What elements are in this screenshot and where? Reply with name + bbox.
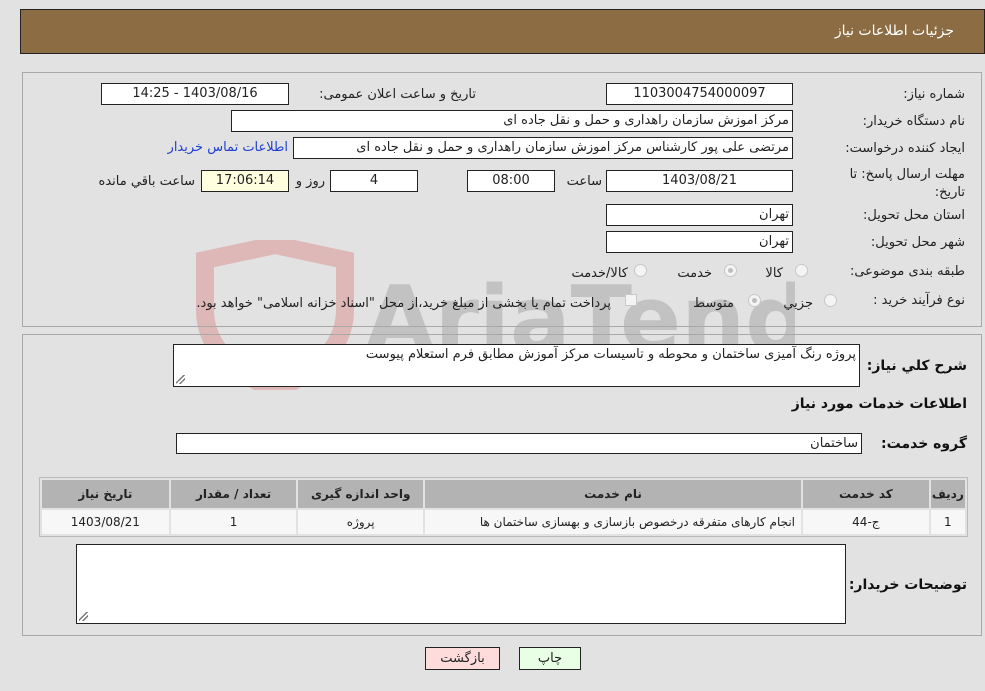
col-date: تاریخ نیاز (42, 480, 169, 508)
purchase-type-radio-minor[interactable] (824, 294, 837, 307)
cell-unit: پروژه (298, 510, 424, 534)
col-name: نام خدمت (425, 480, 802, 508)
creator-field: مرتضی علی پور کارشناس مرکز اموزش سازمان … (293, 137, 793, 159)
remaining-time-field: 17:06:14 (201, 170, 289, 192)
need-number-field: 1103004754000097 (606, 83, 793, 105)
announce-datetime-label: تاریخ و ساعت اعلان عمومی: (319, 87, 476, 102)
category-radio-goods-service[interactable] (634, 264, 647, 277)
province-label: استان محل تحویل: (863, 208, 965, 223)
category-option-goods-service: کالا/خدمت (571, 266, 628, 281)
col-qty: تعداد / مقدار (170, 480, 297, 508)
print-button[interactable]: چاپ (519, 647, 581, 670)
back-button[interactable]: بازگشت (425, 647, 500, 670)
purchase-type-option-minor: جزيي (783, 296, 813, 311)
cell-qty: 1 (170, 510, 297, 534)
deadline-label: مهلت ارسال پاسخ: تا تاریخ: (849, 167, 965, 200)
remaining-days-field: 4 (330, 170, 418, 192)
col-row: ردیف (930, 480, 965, 508)
city-label: شهر محل تحویل: (870, 235, 965, 250)
purchase-type-label: نوع فرآیند خرید : (873, 293, 965, 308)
province-field: تهران (606, 204, 793, 226)
category-label: طبقه بندی موضوعی: (849, 264, 965, 279)
cell-name: انجام کارهای متفرقه درخصوص بازسازی و بهس… (425, 510, 802, 534)
treasury-checkbox[interactable] (625, 294, 637, 306)
category-option-goods: کالا (765, 266, 783, 281)
deadline-time-field: 08:00 (467, 170, 555, 192)
buyer-notes-textarea[interactable] (76, 544, 846, 624)
service-group-field: ساختمان (176, 433, 862, 454)
announce-datetime-field: 1403/08/16 - 14:25 (101, 83, 289, 105)
remaining-time-label: ساعت باقي مانده (98, 174, 195, 189)
col-code: کد خدمت (803, 480, 929, 508)
cell-code: ج-44 (803, 510, 929, 534)
col-unit: واحد اندازه گیری (298, 480, 424, 508)
creator-label: ایجاد کننده درخواست: (845, 141, 965, 156)
category-radio-service[interactable] (724, 264, 737, 277)
city-field: تهران (606, 231, 793, 253)
buyer-org-field: مرکز اموزش سازمان راهداری و حمل و نقل جا… (231, 110, 793, 132)
days-label: روز و (295, 174, 325, 189)
page-title: جزئیات اطلاعات نیاز (834, 23, 954, 39)
description-text: پروژه رنگ آمیزی ساختمان و محوطه و تاسیسا… (365, 347, 856, 362)
deadline-date-field: 1403/08/21 (606, 170, 793, 192)
buyer-contact-link[interactable]: اطلاعات تماس خریدار (168, 140, 288, 155)
buyer-notes-label: توضیحات خریدار: (848, 577, 967, 593)
resize-grip-icon[interactable] (79, 612, 88, 621)
category-option-service: خدمت (677, 266, 712, 281)
category-radio-goods[interactable] (795, 264, 808, 277)
deadline-time-label: ساعت (566, 174, 602, 189)
services-table: ردیف کد خدمت نام خدمت واحد اندازه گیری ت… (39, 477, 968, 537)
treasury-note: پرداخت تمام یا بخشی از مبلغ خرید،از محل … (196, 296, 611, 311)
buyer-org-label: نام دستگاه خریدار: (862, 114, 965, 129)
cell-row: 1 (930, 510, 965, 534)
table-row: 1 ج-44 انجام کارهای متفرقه درخصوص بازساز… (42, 510, 965, 534)
need-number-label: شماره نیاز: (903, 87, 965, 102)
services-section-title: اطلاعات خدمات مورد نیاز (791, 396, 967, 412)
description-label: شرح كلي نياز: (866, 358, 967, 374)
service-group-label: گروه خدمت: (881, 436, 967, 452)
description-textarea[interactable]: پروژه رنگ آمیزی ساختمان و محوطه و تاسیسا… (173, 344, 860, 387)
cell-date: 1403/08/21 (42, 510, 169, 534)
purchase-type-option-medium: متوسط (693, 296, 734, 311)
resize-grip-icon[interactable] (176, 375, 185, 384)
page-header: جزئیات اطلاعات نیاز (20, 9, 985, 54)
purchase-type-radio-medium[interactable] (748, 294, 761, 307)
table-header-row: ردیف کد خدمت نام خدمت واحد اندازه گیری ت… (42, 480, 965, 508)
